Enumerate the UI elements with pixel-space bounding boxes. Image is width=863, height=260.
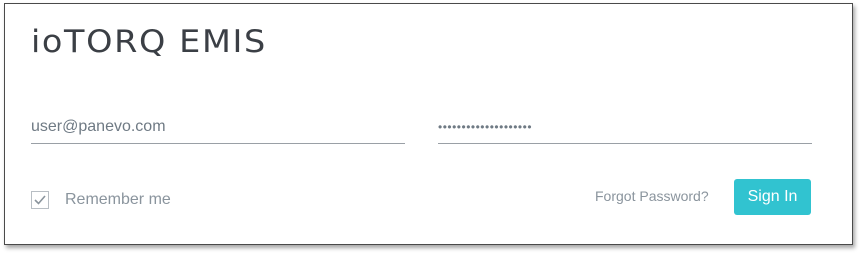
username-input[interactable]	[31, 112, 405, 142]
login-panel: ioTORQ EMIS Remember me Forgot Password?…	[4, 3, 853, 245]
sign-in-button[interactable]: Sign In	[734, 179, 811, 215]
remember-me[interactable]: Remember me	[31, 191, 171, 209]
username-field	[31, 112, 405, 144]
forgot-password-link[interactable]: Forgot Password?	[595, 188, 709, 204]
check-icon	[34, 195, 46, 205]
password-input[interactable]	[438, 112, 812, 142]
password-field	[438, 112, 812, 144]
app-logo: ioTORQ EMIS	[31, 24, 267, 60]
remember-me-label: Remember me	[65, 191, 171, 208]
remember-me-checkbox[interactable]	[31, 191, 49, 209]
